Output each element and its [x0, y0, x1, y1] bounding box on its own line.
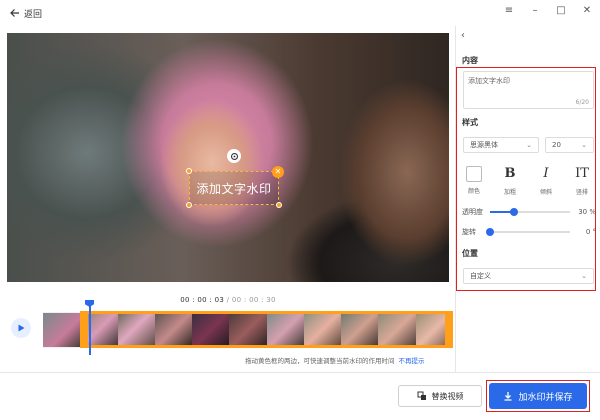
position-select[interactable]: 自定义 ⌄ [463, 268, 594, 284]
chevron-down-icon: ⌄ [581, 141, 587, 149]
font-family-select[interactable]: 思源黑体 ⌄ [463, 137, 539, 153]
close-icon[interactable]: ✕ [582, 5, 592, 17]
rotate-handle-icon[interactable] [227, 149, 241, 163]
filmstrip-frame [43, 313, 81, 347]
add-watermark-save-button[interactable]: 加水印并保存 [489, 383, 587, 409]
range-start-handle[interactable] [80, 311, 88, 348]
vertical-text-label: 竖排 [575, 189, 588, 196]
bold-button[interactable]: B 加粗 [498, 165, 522, 196]
rotation-slider[interactable] [486, 228, 570, 236]
watermark-delete-icon[interactable]: ✕ [272, 166, 284, 178]
vertical-text-icon: IT [575, 166, 589, 181]
text-style-buttons: 颜色 B 加粗 I 倾斜 IT 竖排 [462, 165, 594, 196]
maximize-icon[interactable]: □ [556, 5, 566, 17]
chevron-down-icon: ⌄ [581, 272, 587, 280]
chevron-down-icon: ⌄ [526, 141, 532, 149]
color-label: 颜色 [467, 188, 480, 195]
range-end-handle[interactable] [445, 311, 453, 348]
rotation-value: 0 ° [585, 228, 596, 236]
collapse-panel-icon[interactable]: ‹ [461, 30, 465, 41]
opacity-value: 30 % [578, 208, 596, 216]
arrow-left-icon [10, 9, 19, 17]
total-time: / 00 : 00 : 30 [226, 296, 276, 304]
play-icon [18, 324, 25, 332]
watermark-text: 添加文字水印 [196, 181, 272, 196]
bold-label: 加粗 [503, 189, 516, 196]
replace-video-button[interactable]: 替换视频 [398, 385, 482, 407]
download-icon [504, 392, 512, 401]
rotation-slider-row: 旋转 0 ° [462, 226, 596, 238]
char-counter: 6/20 [575, 99, 589, 106]
style-section-title: 样式 [462, 118, 478, 127]
current-time: 00 : 00 : 03 [180, 296, 225, 304]
playhead[interactable] [89, 303, 91, 355]
timeline-hint-text: 拖动黄色框的两边，可快速调整当前水印的作用时间 [245, 357, 395, 365]
italic-button[interactable]: I 倾斜 [534, 165, 558, 196]
opacity-label: 透明度 [462, 208, 483, 216]
color-swatch [466, 166, 482, 182]
watermark-text-input[interactable]: 添加文字水印 6/20 [463, 71, 594, 109]
video-preview: 添加文字水印 ✕ [7, 33, 449, 282]
rotation-label: 旋转 [462, 228, 476, 236]
play-button[interactable] [11, 318, 31, 338]
playhead-marker-icon[interactable] [85, 300, 94, 307]
vertical-text-button[interactable]: IT 竖排 [570, 165, 594, 196]
italic-label: 倾斜 [539, 189, 552, 196]
minimize-icon[interactable]: – [530, 5, 540, 17]
opacity-slider-row: 透明度 30 % [462, 206, 596, 218]
timecode: 00 : 00 : 03 / 00 : 00 : 30 [0, 296, 456, 304]
watermark-box[interactable]: 添加文字水印 ✕ [186, 166, 284, 208]
color-button[interactable]: 颜色 [462, 165, 486, 196]
back-button[interactable]: 返回 [10, 7, 42, 20]
position-section-title: 位置 [462, 249, 478, 258]
replace-video-label: 替换视频 [431, 391, 464, 401]
position-value: 自定义 [470, 272, 491, 280]
font-family-value: 思源黑体 [470, 141, 498, 149]
menu-icon[interactable]: ≡ [504, 5, 514, 17]
font-size-select[interactable]: 20 ⌄ [545, 137, 594, 153]
dismiss-hint-link[interactable]: 不再提示 [399, 357, 425, 365]
bold-icon: B [504, 166, 516, 181]
resize-handle-tl[interactable] [186, 168, 192, 174]
add-watermark-save-label: 加水印并保存 [518, 392, 573, 403]
font-size-value: 20 [552, 141, 561, 149]
rotation-slider-knob[interactable] [486, 228, 494, 236]
title-bar: 返回 ≡ – □ ✕ [0, 0, 600, 26]
resize-handle-br[interactable] [276, 202, 282, 208]
resize-handle-bl[interactable] [186, 202, 192, 208]
watermark-text-value: 添加文字水印 [468, 77, 510, 85]
watermark-time-range[interactable] [80, 311, 453, 348]
opacity-slider[interactable] [490, 208, 570, 216]
content-section-title: 内容 [462, 56, 478, 65]
timeline-hint: 拖动黄色框的两边，可快速调整当前水印的作用时间 不再提示 [245, 355, 425, 365]
italic-icon: I [543, 166, 549, 181]
back-label: 返回 [24, 9, 43, 20]
replace-icon [417, 391, 426, 400]
opacity-slider-knob[interactable] [510, 208, 518, 216]
window-controls: ≡ – □ ✕ [504, 5, 592, 17]
